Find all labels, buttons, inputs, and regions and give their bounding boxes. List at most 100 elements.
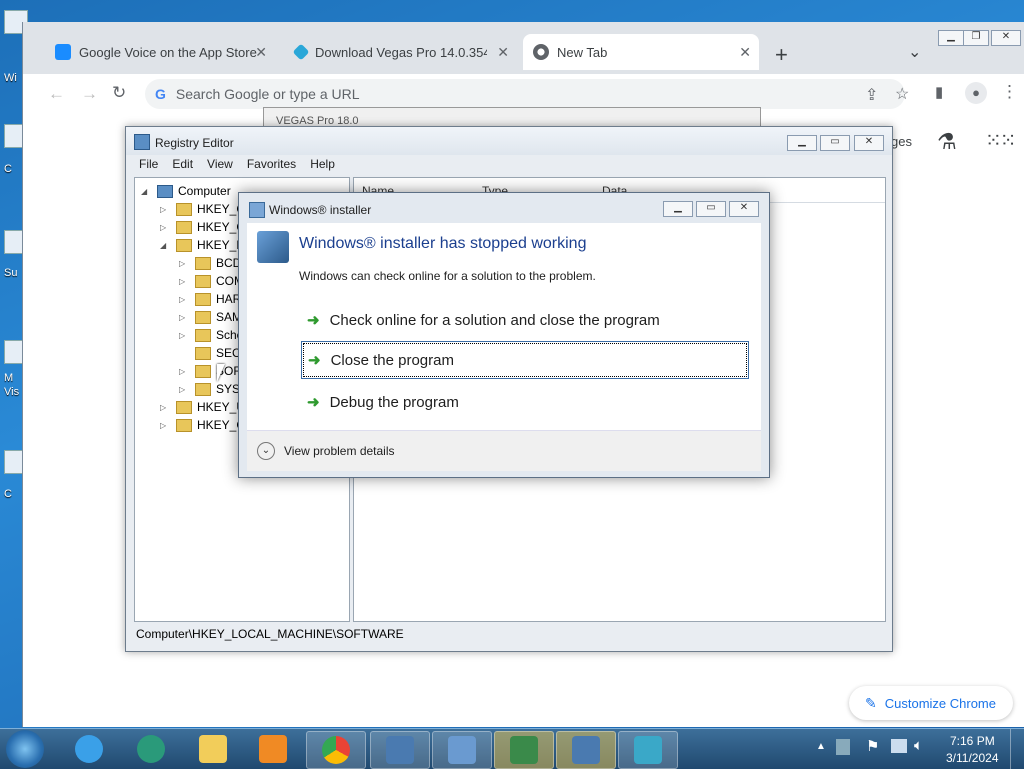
- reload-button[interactable]: ↻: [112, 83, 126, 103]
- close-icon[interactable]: ✕: [497, 44, 509, 61]
- maximize-button[interactable]: ▭: [696, 201, 726, 217]
- network-icon[interactable]: [891, 739, 907, 753]
- expand-arrow-icon[interactable]: ◢: [160, 241, 170, 250]
- show-hidden-icons[interactable]: ▲: [816, 741, 826, 752]
- expand-arrow-icon[interactable]: ▷: [179, 331, 189, 340]
- menu-view[interactable]: View: [200, 157, 240, 175]
- customize-chrome-button[interactable]: ✎ Customize Chrome: [849, 686, 1013, 720]
- star-icon[interactable]: ☆: [895, 84, 909, 104]
- menu-file[interactable]: File: [132, 157, 165, 175]
- volume-muted-icon[interactable]: 🔈︎: [914, 737, 923, 754]
- tree-node[interactable]: ▷ HKEY_C: [160, 416, 245, 434]
- taskbar-installer-app[interactable]: [432, 731, 492, 769]
- folder-icon: [176, 238, 192, 252]
- tab-google-voice[interactable]: Google Voice on the App Store ✕: [45, 34, 275, 70]
- taskbar-installer-app[interactable]: [370, 731, 430, 769]
- menu-favorites[interactable]: Favorites: [240, 157, 303, 175]
- option-label: Debug the program: [329, 393, 459, 411]
- regedit-icon: [634, 736, 662, 764]
- start-button[interactable]: [6, 730, 44, 768]
- minimize-button[interactable]: ▁: [938, 30, 964, 46]
- back-button[interactable]: ←: [48, 84, 65, 104]
- installer-icon: [448, 736, 476, 764]
- taskbar-file-explorer[interactable]: [184, 731, 242, 767]
- taskbar-media-center[interactable]: [122, 731, 180, 767]
- app-store-icon: [55, 44, 71, 60]
- tree-node[interactable]: ◢ HKEY_L: [160, 236, 243, 254]
- expand-arrow-icon[interactable]: ▷: [160, 421, 170, 430]
- side-panel-icon[interactable]: ▮: [935, 83, 943, 101]
- close-button[interactable]: ✕: [854, 135, 884, 151]
- debug-program-option[interactable]: ➜ Debug the program: [301, 385, 747, 419]
- view-details-link[interactable]: View problem details: [284, 444, 395, 458]
- close-icon[interactable]: ✕: [739, 44, 751, 61]
- tree-node[interactable]: ◢ Computer: [141, 182, 231, 200]
- tree-node[interactable]: ▷ COM: [179, 272, 244, 290]
- forward-button[interactable]: →: [81, 84, 98, 104]
- chrome-icon: [533, 44, 549, 60]
- expand-arrow-icon[interactable]: ▷: [179, 385, 189, 394]
- expand-arrow-icon[interactable]: ▷: [160, 205, 170, 214]
- dialog-titlebar: Windows® installer ▁ ▭ ✕: [239, 193, 769, 223]
- tab-vegas-download[interactable]: Download Vegas Pro 14.0.354 fo ✕: [285, 34, 517, 70]
- taskbar-chrome[interactable]: [306, 731, 366, 769]
- chevron-down-icon[interactable]: ⌄: [257, 442, 275, 460]
- tree-node[interactable]: ▷ SOF: [179, 362, 241, 380]
- close-icon[interactable]: ✕: [255, 44, 267, 61]
- tree-node[interactable]: ▷ Sche: [179, 326, 243, 344]
- tree-node[interactable]: ▷ HKEY_U: [160, 398, 245, 416]
- expand-arrow-icon[interactable]: ◢: [141, 187, 151, 196]
- taskbar-installer-app[interactable]: [556, 731, 616, 769]
- new-tab-button[interactable]: +: [775, 42, 788, 68]
- tray-app-icon[interactable]: [836, 739, 850, 755]
- restore-button[interactable]: ❐: [963, 30, 989, 46]
- taskbar-media-player[interactable]: [244, 731, 302, 767]
- share-icon[interactable]: ⇪: [865, 85, 878, 105]
- tab-label: Google Voice on the App Store: [79, 44, 257, 60]
- profile-avatar[interactable]: ●: [965, 82, 987, 104]
- desktop-icon-label: M: [4, 372, 14, 384]
- menu-help[interactable]: Help: [303, 157, 342, 175]
- menu-edit[interactable]: Edit: [165, 157, 200, 175]
- action-center-flag-icon[interactable]: ⚑: [866, 737, 879, 755]
- minimize-button[interactable]: ▁: [787, 135, 817, 151]
- close-program-option[interactable]: ➜ Close the program: [301, 341, 749, 379]
- expand-arrow-icon[interactable]: ▷: [160, 223, 170, 232]
- tab-search-button[interactable]: ⌄: [908, 42, 921, 62]
- show-desktop-button[interactable]: [1010, 729, 1024, 769]
- omnibox[interactable]: G Search Google or type a URL ⇪ ☆: [145, 79, 909, 109]
- taskbar-regedit[interactable]: [618, 731, 678, 769]
- tree-node[interactable]: ▷ HAR: [179, 290, 241, 308]
- expand-arrow-icon[interactable]: ▷: [179, 259, 189, 268]
- tree-node-label: HKEY_L: [197, 238, 244, 252]
- expand-arrow-icon[interactable]: ▷: [179, 367, 189, 376]
- expand-arrow-icon[interactable]: ▷: [179, 295, 189, 304]
- close-button[interactable]: ✕: [991, 30, 1021, 46]
- apps-grid-icon[interactable]: ⁙⁙: [985, 128, 1016, 153]
- folder-icon: [176, 400, 192, 414]
- maximize-button[interactable]: ▭: [820, 135, 850, 151]
- menu-kebab-icon[interactable]: ⋮: [1001, 82, 1018, 102]
- taskbar-installer-app[interactable]: [494, 731, 554, 769]
- green-arrow-icon: ➜: [307, 394, 320, 411]
- tree-node[interactable]: ▷ HKEY_C: [160, 200, 245, 218]
- taskbar: ▲ ⚑ 🔈︎ 7:16 PM 3/11/2024: [0, 728, 1024, 769]
- dialog-message: Windows can check online for a solution …: [299, 269, 596, 283]
- clock-time[interactable]: 7:16 PM: [950, 734, 995, 748]
- check-online-option[interactable]: ➜ Check online for a solution and close …: [301, 303, 747, 337]
- folder-icon: [195, 310, 211, 324]
- tree-node[interactable]: ▷ HKEY_C: [160, 218, 245, 236]
- tab-new-tab[interactable]: New Tab ✕: [523, 34, 759, 70]
- tree-node[interactable]: ▷ BCD: [179, 254, 241, 272]
- tree-node[interactable]: ▷ SAM: [179, 308, 242, 326]
- expand-arrow-icon[interactable]: ▷: [179, 277, 189, 286]
- expand-arrow-icon[interactable]: ▷: [160, 403, 170, 412]
- expand-arrow-icon[interactable]: ▷: [179, 313, 189, 322]
- clock-date[interactable]: 3/11/2024: [946, 751, 999, 765]
- images-link[interactable]: ges: [891, 134, 912, 149]
- labs-flask-icon[interactable]: ⚗: [937, 129, 957, 155]
- option-label: Check online for a solution and close th…: [329, 311, 660, 329]
- minimize-button[interactable]: ▁: [663, 201, 693, 217]
- close-button[interactable]: ✕: [729, 201, 759, 217]
- taskbar-internet-explorer[interactable]: [60, 731, 118, 767]
